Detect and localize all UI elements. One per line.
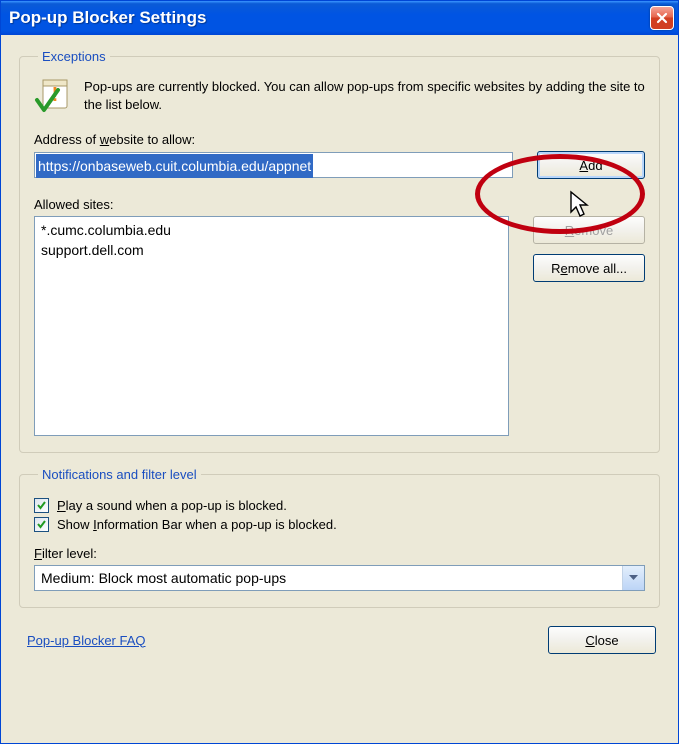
list-item[interactable]: *.cumc.columbia.edu bbox=[41, 220, 502, 240]
window-title: Pop-up Blocker Settings bbox=[9, 8, 206, 28]
info-bar-checkbox[interactable] bbox=[34, 517, 49, 532]
checkmark-icon bbox=[36, 500, 47, 511]
exceptions-blurb: ! Pop-ups are currently blocked. You can… bbox=[34, 76, 645, 116]
footer-row: Pop-up Blocker FAQ Close bbox=[19, 622, 660, 658]
address-input-value: https://onbaseweb.cuit.columbia.edu/appn… bbox=[36, 154, 313, 178]
titlebar: Pop-up Blocker Settings bbox=[1, 1, 678, 35]
close-button[interactable]: Close bbox=[548, 626, 656, 654]
allowed-sites-list[interactable]: *.cumc.columbia.edu support.dell.com bbox=[34, 216, 509, 436]
checkmark-icon bbox=[36, 519, 47, 530]
dialog-body: Exceptions ! Pop-ups are currently block… bbox=[1, 35, 678, 743]
address-label: Address of website to allow: bbox=[34, 132, 645, 147]
play-sound-label: Play a sound when a pop-up is blocked. bbox=[57, 498, 287, 513]
exceptions-blurb-text: Pop-ups are currently blocked. You can a… bbox=[84, 76, 645, 116]
exceptions-legend: Exceptions bbox=[38, 49, 110, 64]
list-item[interactable]: support.dell.com bbox=[41, 240, 502, 260]
remove-all-button[interactable]: Remove all... bbox=[533, 254, 645, 282]
exceptions-group: Exceptions ! Pop-ups are currently block… bbox=[19, 49, 660, 453]
add-button[interactable]: Add bbox=[537, 151, 645, 179]
close-icon bbox=[656, 12, 668, 24]
filter-level-label: Filter level: bbox=[34, 546, 645, 561]
filter-level-select[interactable]: Medium: Block most automatic pop-ups bbox=[34, 565, 645, 591]
address-input[interactable]: https://onbaseweb.cuit.columbia.edu/appn… bbox=[34, 152, 513, 178]
faq-link[interactable]: Pop-up Blocker FAQ bbox=[27, 633, 146, 648]
allowed-sites-label: Allowed sites: bbox=[34, 197, 645, 212]
info-bar-label: Show Information Bar when a pop-up is bl… bbox=[57, 517, 337, 532]
close-window-button[interactable] bbox=[650, 6, 674, 30]
notifications-legend: Notifications and filter level bbox=[38, 467, 201, 482]
remove-button: Remove bbox=[533, 216, 645, 244]
chevron-down-icon bbox=[622, 566, 644, 590]
notifications-group: Notifications and filter level Play a so… bbox=[19, 467, 660, 608]
allow-popup-icon: ! bbox=[34, 76, 74, 116]
play-sound-checkbox[interactable] bbox=[34, 498, 49, 513]
popup-blocker-settings-window: Pop-up Blocker Settings Exceptions ! Pop… bbox=[0, 0, 679, 744]
filter-level-value: Medium: Block most automatic pop-ups bbox=[41, 570, 622, 586]
